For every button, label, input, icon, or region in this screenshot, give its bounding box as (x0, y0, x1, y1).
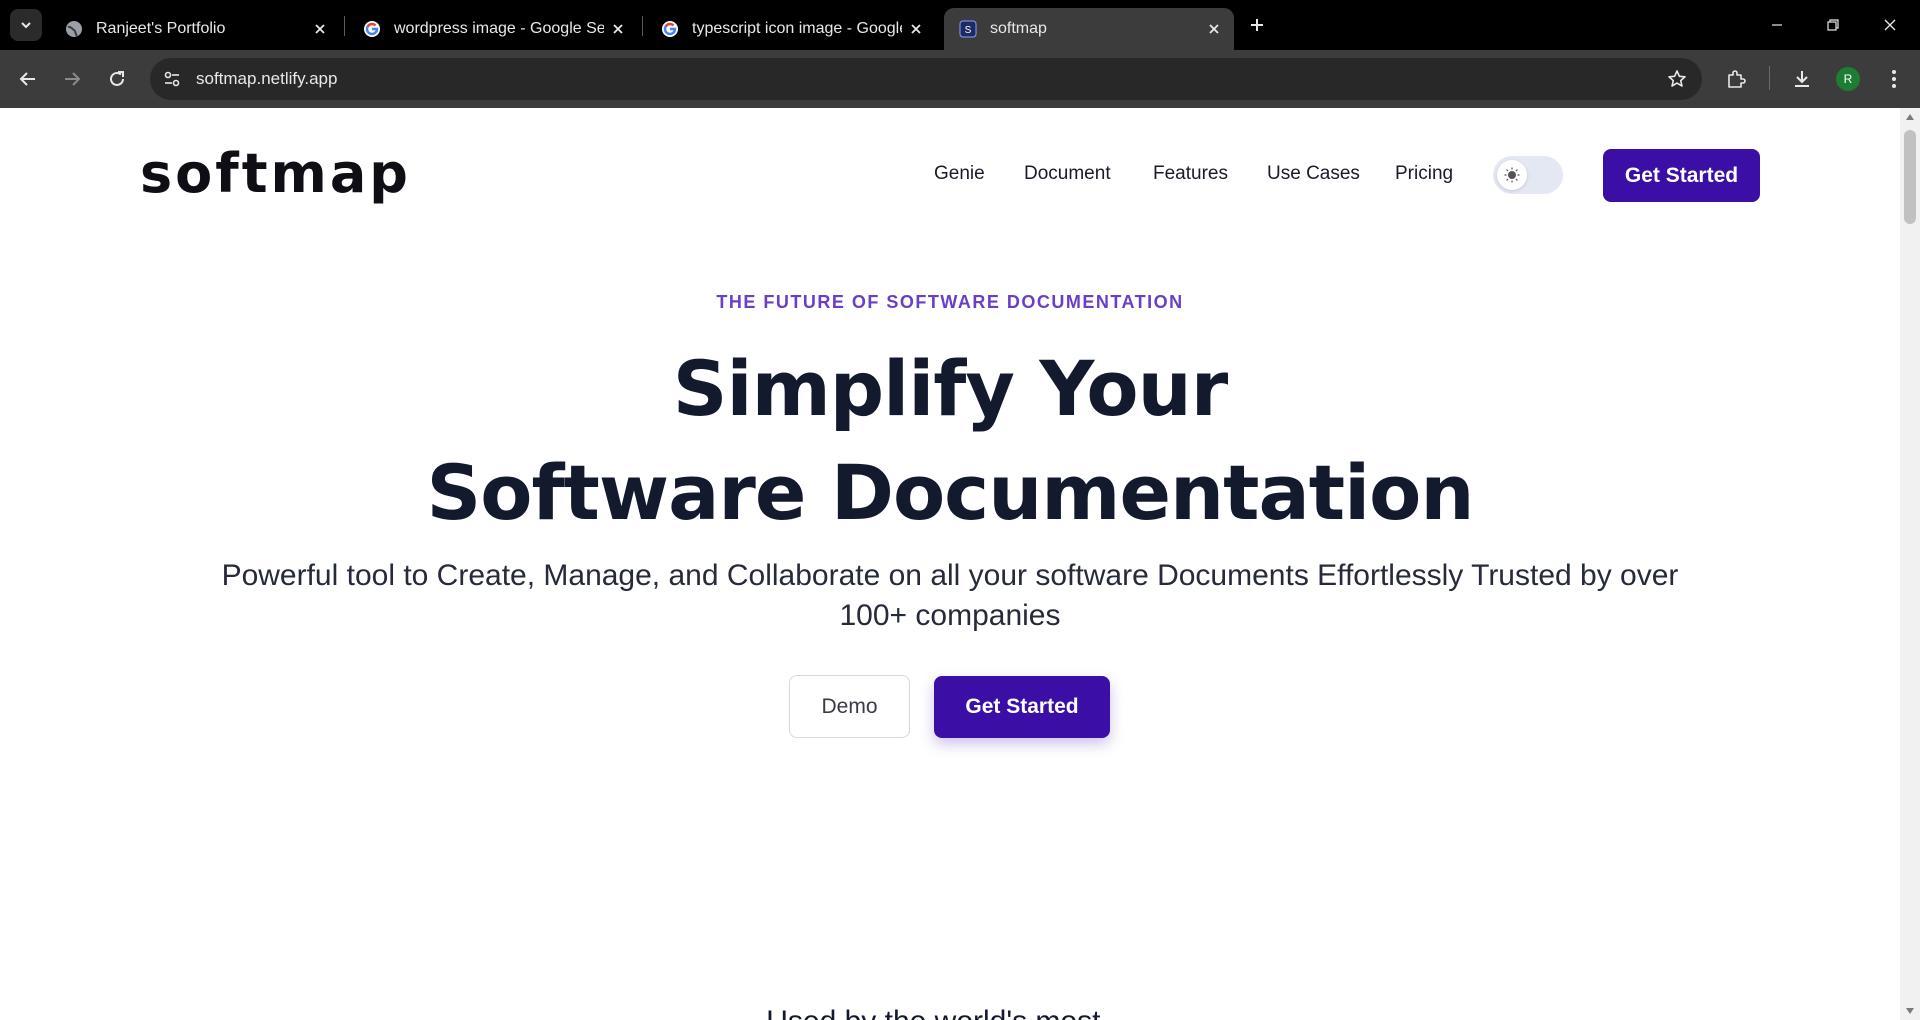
new-tab-button[interactable] (1244, 12, 1270, 38)
forward-button[interactable] (58, 65, 86, 93)
close-tab-icon[interactable] (608, 19, 628, 39)
theme-toggle[interactable] (1493, 156, 1563, 194)
reload-button[interactable] (103, 65, 131, 93)
extensions-button[interactable] (1722, 65, 1750, 93)
google-icon (362, 19, 382, 39)
hero-subtitle: Powerful tool to Create, Manage, and Col… (221, 559, 1679, 632)
tab-title: typescript icon image - Google (692, 20, 902, 37)
plus-icon (1251, 19, 1263, 31)
theme-toggle-knob (1497, 160, 1527, 190)
restore-button[interactable] (1820, 12, 1846, 38)
scroll-down-arrow-icon[interactable] (1906, 1008, 1914, 1014)
section-heading-partial: Used by the world's most ... (0, 1005, 1900, 1020)
tab-title: softmap (990, 20, 1047, 37)
tab-search-button[interactable] (10, 9, 42, 41)
profile-avatar[interactable]: R (1836, 67, 1860, 91)
address-bar[interactable]: softmap.netlify.app (150, 58, 1702, 100)
tab-separator (642, 16, 643, 36)
google-icon (660, 19, 680, 39)
hero-get-started-button[interactable]: Get Started (934, 676, 1110, 738)
page-viewport: softmap Genie Document Features Use Case… (0, 108, 1900, 1020)
tab-wordpress-image[interactable]: wordpress image - Google Sear (348, 8, 638, 50)
close-tab-icon[interactable] (906, 19, 926, 39)
tab-title: Ranjeet's Portfolio (96, 20, 226, 37)
browser-toolbar: softmap.netlify.app (0, 50, 1920, 108)
tab-separator (344, 16, 345, 36)
hero-title-line2: Software Documentation (426, 448, 1475, 537)
scrollbar-thumb[interactable] (1904, 130, 1916, 224)
demo-button[interactable]: Demo (789, 675, 910, 738)
kebab-menu-icon (1892, 70, 1896, 88)
toolbar-divider (1769, 66, 1770, 90)
nav-document[interactable]: Document (1024, 163, 1111, 185)
browser-menu-button[interactable] (1880, 65, 1908, 93)
arrow-right-icon (65, 72, 81, 86)
arrow-left-icon (19, 72, 35, 86)
tab-ranjeet-portfolio[interactable]: Ranjeet's Portfolio (50, 8, 340, 50)
puzzle-icon (1728, 70, 1746, 88)
tab-title: wordpress image - Google Sear (394, 20, 604, 37)
download-icon (1795, 71, 1809, 87)
minimize-icon (1772, 24, 1782, 26)
close-icon (1884, 19, 1896, 31)
tab-softmap[interactable]: S softmap (944, 8, 1234, 50)
reload-icon (110, 71, 124, 86)
site-settings-icon[interactable] (158, 65, 186, 93)
nav-genie[interactable]: Genie (934, 163, 985, 185)
nav-features[interactable]: Features (1153, 163, 1228, 185)
header-get-started-button[interactable]: Get Started (1603, 149, 1760, 202)
nav-use-cases[interactable]: Use Cases (1267, 163, 1360, 185)
svg-text:S: S (965, 25, 972, 36)
restore-icon (1827, 19, 1839, 31)
close-tab-icon[interactable] (310, 19, 330, 39)
close-tab-icon[interactable] (1204, 19, 1224, 39)
bookmark-star-icon[interactable] (1666, 68, 1688, 90)
hero-eyebrow: THE FUTURE OF SOFTWARE DOCUMENTATION (716, 292, 1184, 312)
page-scrollbar[interactable] (1900, 108, 1920, 1020)
chevron-down-icon (21, 22, 31, 29)
hero-title-line1: Simplify Your (672, 344, 1228, 433)
globe-icon (64, 19, 84, 39)
softmap-favicon: S (958, 19, 978, 39)
url-text[interactable]: softmap.netlify.app (196, 58, 337, 100)
scroll-up-arrow-icon[interactable] (1906, 114, 1914, 120)
close-window-button[interactable] (1877, 12, 1903, 38)
downloads-button[interactable] (1788, 65, 1816, 93)
tab-strip: Ranjeet's Portfolio wordpress image - Go… (0, 0, 1920, 50)
minimize-button[interactable] (1764, 12, 1790, 38)
back-button[interactable] (14, 65, 42, 93)
sun-icon (1504, 167, 1520, 183)
site-logo[interactable]: softmap (140, 142, 411, 205)
tab-typescript-icon[interactable]: typescript icon image - Google (646, 8, 936, 50)
nav-pricing[interactable]: Pricing (1395, 163, 1453, 185)
